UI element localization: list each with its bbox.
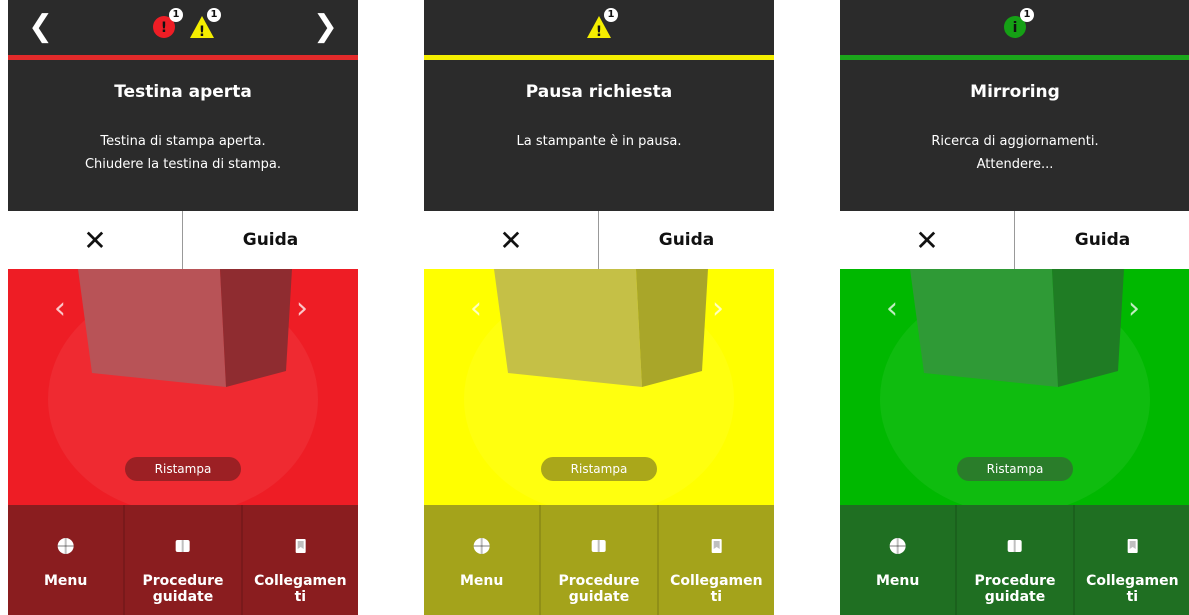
printer-illustration	[494, 269, 708, 387]
svg-text:!: !	[199, 24, 205, 40]
links-label: Collegamen ti	[1086, 573, 1179, 605]
dismiss-button[interactable]: ✕	[840, 211, 1015, 269]
links-button[interactable]: Collegamen ti	[243, 505, 358, 615]
menu-button[interactable]: Menu	[840, 505, 958, 615]
guided-procedures-button[interactable]: Procedure guidate	[541, 505, 659, 615]
alert-message: La stampante è in pausa.	[516, 134, 682, 149]
reprint-button[interactable]: Ristampa	[957, 457, 1073, 481]
book-icon	[175, 540, 190, 552]
alert-count-badge: 1	[169, 8, 183, 22]
alert-content: Mirroring Ricerca di aggiornamenti. Atte…	[840, 60, 1189, 211]
error-icon: ! 1	[151, 8, 183, 40]
status-icons: ! 1	[424, 8, 774, 40]
help-button[interactable]: Guida	[183, 211, 358, 269]
bookmark-icon	[711, 539, 722, 553]
menu-button[interactable]: Menu	[424, 505, 542, 615]
globe-icon	[889, 538, 906, 554]
printer-illustration	[78, 269, 292, 387]
links-button[interactable]: Collegamen ti	[1075, 505, 1189, 615]
links-button[interactable]: Collegamen ti	[659, 505, 774, 615]
bookmark-icon	[295, 539, 306, 553]
alert-title: Testina aperta	[114, 82, 252, 102]
svg-text:i: i	[1013, 20, 1018, 36]
svg-text:!: !	[161, 20, 167, 36]
help-button[interactable]: Guida	[599, 211, 774, 269]
alert-actions: ✕ Guida	[8, 211, 358, 269]
globe-icon	[473, 538, 490, 554]
status-icons: ! 1! 1	[8, 8, 358, 40]
reprint-button[interactable]: Ristampa	[541, 457, 657, 481]
globe-icon	[57, 538, 74, 554]
bookmark-icon	[1127, 539, 1138, 553]
status-bar: ! 1	[424, 0, 774, 55]
alert-content: Pausa richiesta La stampante è in pausa.	[424, 60, 774, 211]
menu-label: Menu	[459, 573, 504, 589]
bottom-nav: Menu Procedure guidate Collegamen ti	[424, 505, 774, 615]
alert-message: Ricerca di aggiornamenti. Attendere...	[931, 134, 1099, 172]
status-bar: i1	[840, 0, 1189, 55]
alert-count-badge: 1	[207, 8, 221, 22]
carousel-next-icon[interactable]: ›	[712, 291, 724, 326]
dismiss-button[interactable]: ✕	[424, 211, 599, 269]
bottom-nav: Menu Procedure guidate Collegamen ti	[8, 505, 358, 615]
home-carousel: ‹ › Ristampa	[840, 269, 1189, 505]
menu-label: Menu	[875, 573, 920, 589]
alert-content: Testina aperta Testina di stampa aperta.…	[8, 60, 358, 211]
alert-message: Testina di stampa aperta. Chiudere la te…	[84, 134, 282, 172]
bottom-nav: Menu Procedure guidate Collegamen ti	[840, 505, 1189, 615]
guided-procedures-label: Procedure guidate	[558, 573, 640, 605]
carousel-prev-icon[interactable]: ‹	[470, 291, 482, 326]
alert-title: Pausa richiesta	[525, 82, 673, 102]
warning-icon: ! 1	[586, 8, 618, 40]
warning-icon: ! 1	[189, 8, 221, 40]
printer-illustration	[910, 269, 1124, 387]
carousel-next-icon[interactable]: ›	[296, 291, 308, 326]
status-bar: ❮ ! 1! 1 ❯	[8, 0, 358, 55]
links-label: Collegamen ti	[254, 573, 347, 605]
help-button[interactable]: Guida	[1015, 211, 1189, 269]
guided-procedures-label: Procedure guidate	[142, 573, 224, 605]
book-icon	[591, 540, 606, 552]
home-carousel: ‹ › Ristampa	[8, 269, 358, 505]
carousel-prev-icon[interactable]: ‹	[886, 291, 898, 326]
guided-procedures-button[interactable]: Procedure guidate	[957, 505, 1075, 615]
alert-actions: ✕ Guida	[840, 211, 1189, 269]
svg-text:!: !	[596, 24, 602, 40]
guided-procedures-label: Procedure guidate	[974, 573, 1056, 605]
links-label: Collegamen ti	[670, 573, 763, 605]
printer-screen-info: i1 Mirroring Ricerca di aggiornamenti. A…	[840, 0, 1189, 615]
alert-actions: ✕ Guida	[424, 211, 774, 269]
menu-label: Menu	[43, 573, 88, 589]
alert-count-badge: 1	[604, 8, 618, 22]
alert-title: Mirroring	[970, 82, 1060, 102]
next-alert-button[interactable]: ❯	[313, 10, 338, 44]
menu-button[interactable]: Menu	[8, 505, 126, 615]
guided-procedures-button[interactable]: Procedure guidate	[125, 505, 243, 615]
book-icon	[1007, 540, 1022, 552]
reprint-button[interactable]: Ristampa	[125, 457, 241, 481]
home-carousel: ‹ › Ristampa	[424, 269, 774, 505]
status-icons: i1	[840, 8, 1189, 40]
info-icon: i1	[1002, 8, 1034, 40]
alert-count-badge: 1	[1020, 8, 1034, 22]
dismiss-button[interactable]: ✕	[8, 211, 183, 269]
printer-screen-warning: ! 1 Pausa richiesta La stampante è in pau…	[424, 0, 774, 615]
carousel-prev-icon[interactable]: ‹	[54, 291, 66, 326]
carousel-next-icon[interactable]: ›	[1128, 291, 1140, 326]
printer-screen-error: ❮ ! 1! 1 ❯ Testina aperta Testina di stamp…	[8, 0, 358, 615]
